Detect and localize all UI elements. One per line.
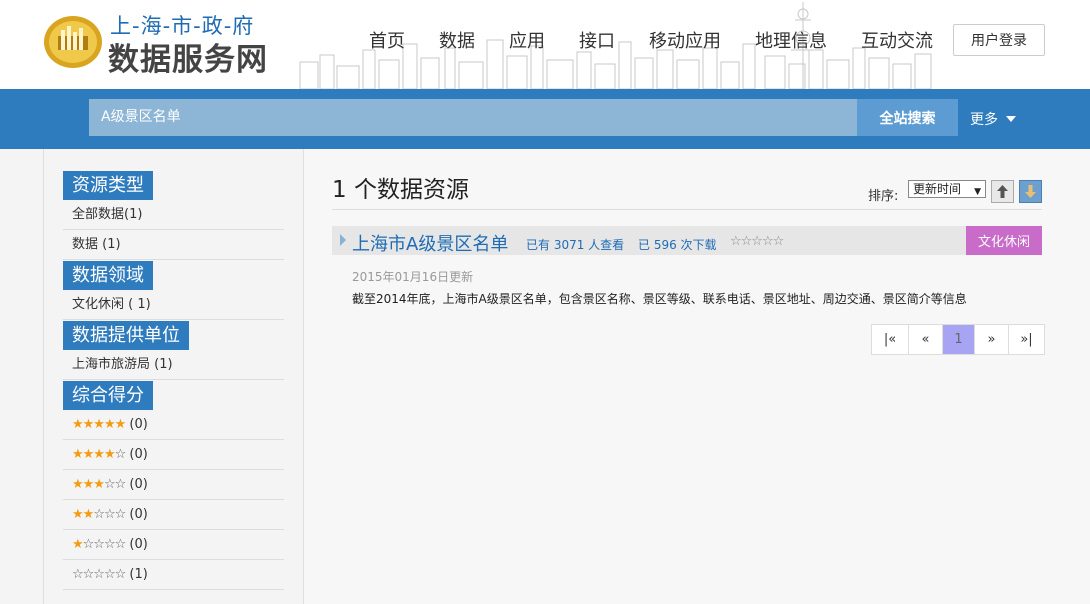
nav-apps[interactable]: 应用	[492, 27, 562, 53]
nav-api[interactable]: 接口	[562, 27, 632, 53]
nav-mobile-apps[interactable]: 移动应用	[632, 27, 738, 53]
nav-geo-info[interactable]: 地理信息	[738, 27, 844, 53]
nav-data[interactable]: 数据	[422, 27, 492, 53]
empty-stars-icon: ☆☆☆☆	[82, 537, 127, 552]
logo-emblem-icon	[44, 16, 102, 68]
page-first-button[interactable]: |«	[872, 325, 908, 354]
empty-stars-icon: ☆	[114, 447, 127, 462]
empty-stars-icon: ☆☆☆☆☆	[72, 567, 126, 582]
page-next-button[interactable]: »	[974, 325, 1008, 354]
facet-item-score-4[interactable]: ★★★★☆ (0)	[63, 440, 284, 470]
filled-stars-icon: ★★★★	[72, 447, 116, 462]
facet-title-data-domain: 数据领域	[63, 261, 153, 290]
dropdown-arrow-icon: ▼	[974, 187, 981, 197]
chevron-down-icon	[1006, 116, 1016, 122]
facet-item-tourism-bureau[interactable]: 上海市旅游局 (1)	[63, 350, 284, 380]
filled-stars-icon: ★★	[72, 507, 94, 522]
filled-stars-icon: ★	[72, 537, 84, 552]
facet-item-score-1[interactable]: ★☆☆☆☆ (0)	[63, 530, 284, 560]
facet-item-data[interactable]: 数据 (1)	[63, 230, 284, 260]
score-count: (0)	[129, 447, 148, 462]
sort-select[interactable]: 更新时间 ▼	[908, 180, 986, 198]
score-count: (0)	[129, 417, 148, 432]
site-header: 上-海-市-政-府 数据服务网 首页 数据 应用 接口 移动应用 地理信息 互动…	[0, 0, 1090, 89]
score-count: (0)	[129, 507, 148, 522]
result-item-views: 已有 3071 人查看	[526, 238, 625, 252]
result-item-date: 2015年01月16日更新	[352, 270, 474, 284]
logo-title[interactable]: 数据服务网	[108, 34, 268, 79]
empty-stars-icon: ☆☆	[103, 477, 126, 492]
arrow-down-icon	[1025, 185, 1036, 198]
more-dropdown[interactable]: 更多	[970, 109, 1016, 129]
main-nav: 首页 数据 应用 接口 移动应用 地理信息 互动交流	[352, 27, 950, 53]
expand-triangle-icon[interactable]	[340, 234, 346, 246]
nav-home[interactable]: 首页	[352, 27, 422, 53]
site-search-button[interactable]: 全站搜索	[857, 99, 958, 136]
nav-interaction[interactable]: 互动交流	[844, 27, 950, 53]
page-current-button[interactable]: 1	[942, 325, 974, 354]
facet-title-resource-type: 资源类型	[63, 171, 153, 200]
results-count-title: 1 个数据资源	[332, 177, 469, 203]
search-input[interactable]	[89, 99, 857, 136]
result-item-description: 截至2014年底，上海市A级景区名单，包含景区名称、景区等级、联系电话、景区地址…	[352, 292, 967, 306]
empty-stars-icon: ☆☆☆	[93, 507, 126, 522]
result-item-downloads: 已 596 次下载	[638, 238, 717, 252]
pagination: |« « 1 » »|	[871, 324, 1045, 355]
sort-descending-button[interactable]	[1019, 180, 1042, 203]
page-last-button[interactable]: »|	[1008, 325, 1044, 354]
login-button[interactable]: 用户登录	[953, 24, 1045, 56]
facet-item-score-3[interactable]: ★★★☆☆ (0)	[63, 470, 284, 500]
filled-stars-icon: ★★★	[72, 477, 105, 492]
facet-item-culture-leisure[interactable]: 文化休闲 ( 1)	[63, 290, 284, 320]
page-prev-button[interactable]: «	[908, 325, 942, 354]
facet-item-score-2[interactable]: ★★☆☆☆ (0)	[63, 500, 284, 530]
score-count: (0)	[129, 477, 148, 492]
facet-title-data-provider: 数据提供单位	[63, 321, 189, 350]
sort-label: 排序:	[868, 189, 899, 204]
rating-stars-icon: ☆☆☆☆☆	[730, 234, 784, 249]
filled-stars-icon: ★★★★★	[72, 417, 126, 432]
arrow-up-icon	[997, 185, 1008, 198]
sort-ascending-button[interactable]	[991, 180, 1014, 203]
sort-select-value: 更新时间	[913, 182, 962, 196]
results-divider	[332, 209, 1042, 210]
search-bar: 全站搜索 更多	[0, 89, 1090, 149]
facet-item-all-data[interactable]: 全部数据(1)	[63, 200, 284, 230]
facet-item-score-5[interactable]: ★★★★★ (0)	[63, 410, 284, 440]
score-count: (1)	[129, 567, 148, 582]
facet-item-score-0[interactable]: ☆☆☆☆☆ (1)	[63, 560, 284, 590]
facet-title-score: 综合得分	[63, 381, 153, 410]
more-label: 更多	[970, 112, 998, 128]
score-count: (0)	[129, 537, 148, 552]
results-panel	[304, 149, 1090, 604]
result-item-title[interactable]: 上海市A级景区名单	[352, 230, 508, 256]
category-tag[interactable]: 文化休闲	[966, 226, 1042, 255]
